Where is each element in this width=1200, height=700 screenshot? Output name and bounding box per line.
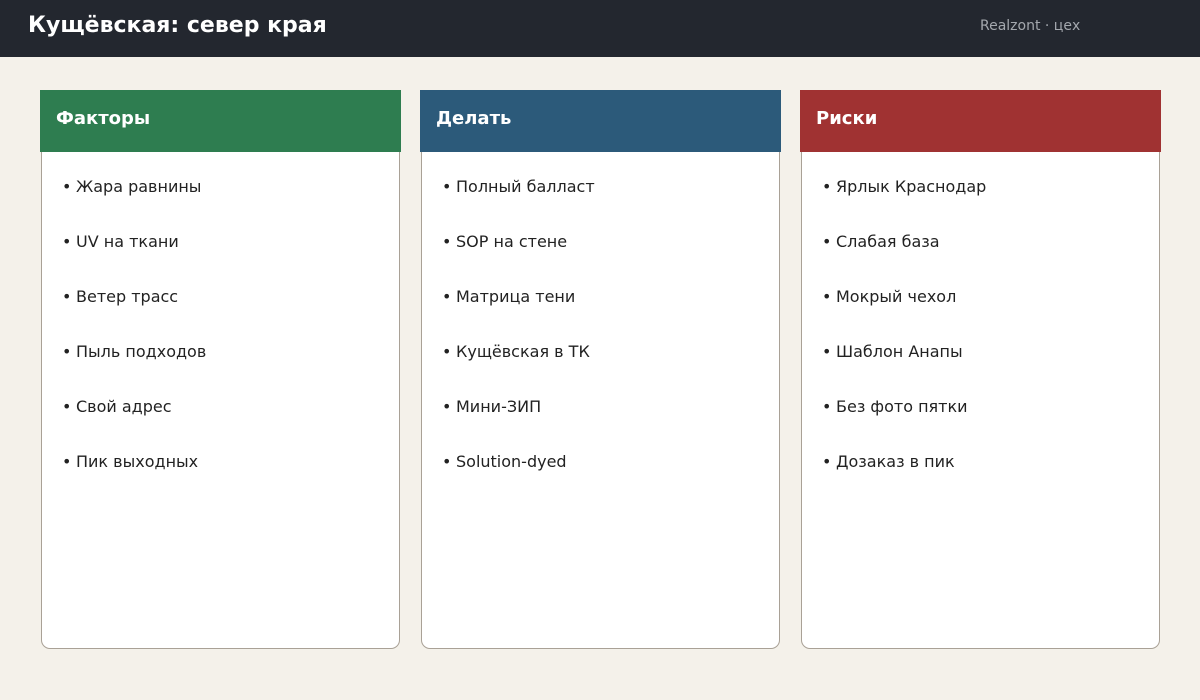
list-item-label: Мини-ЗИП [456,397,542,416]
list-item-label: SOP на стене [456,232,568,251]
list-item-label: Ветер трасс [76,287,179,306]
list-item-label: Кущёвская в ТК [456,342,590,361]
item-list: • Полный балласт • SOP на стене • Матрица т… [442,177,595,507]
list-item: • Ярлык Краснодар [822,177,987,196]
column-title: Риски [816,108,878,129]
list-item: • Мини-ЗИП [442,397,542,416]
column-factors: Факторы • Жара равнины • UV на ткани • Вете… [40,90,401,649]
list-item-label: Матрица тени [456,287,576,306]
list-item-label: Слабая база [836,232,940,251]
list-item-label: Жара равнины [76,177,202,196]
brand-label: Realzont · цех [980,18,1081,34]
list-item-label: Полный балласт [456,177,595,196]
list-item-label: Ярлык Краснодар [836,177,987,196]
list-item: • Свой адрес [62,397,172,416]
list-item: • SOP на стене [442,232,568,251]
list-item: • Мокрый чехол [822,287,957,306]
list-item-label: Свой адрес [76,397,172,416]
list-item: • Ветер трасс [62,287,179,306]
item-list: • Ярлык Краснодар • Слабая база • Мокрый че… [822,177,986,507]
list-item-label: Solution-dyed [456,452,567,471]
column-header: Риски [800,90,1161,152]
top-bar: Кущёвская: север края Realzont · цех [0,0,1200,57]
list-item: • Кущёвская в ТК [442,342,590,361]
list-item: • Без фото пятки [822,397,968,416]
list-item: • Пик выходных [62,452,199,471]
list-item: • Дозаказ в пик [822,452,955,471]
list-item-label: Дозаказ в пик [836,452,955,471]
column-header: Факторы [40,90,401,152]
list-item-label: UV на ткани [76,232,179,251]
column-title: Факторы [56,108,151,129]
column-header: Делать [420,90,781,152]
page-title: Кущёвская: север края [28,13,327,38]
column-todo: Делать • Полный балласт • SOP на стене • Ма… [420,90,781,649]
column-title: Делать [436,108,512,129]
list-item-label: Мокрый чехол [836,287,957,306]
list-item-label: Пик выходных [76,452,199,471]
list-item: • UV на ткани [62,232,179,251]
list-item: • Матрица тени [442,287,576,306]
list-item: • Solution-dyed [442,452,567,471]
list-item: • Пыль подходов [62,342,207,361]
list-item: • Слабая база [822,232,940,251]
list-item: • Жара равнины [62,177,202,196]
list-item-label: Шаблон Анапы [836,342,963,361]
list-item: • Полный балласт [442,177,595,196]
item-list: • Жара равнины • UV на ткани • Ветер трасс … [62,177,206,507]
list-item-label: Пыль подходов [76,342,207,361]
list-item: • Шаблон Анапы [822,342,963,361]
column-risks: Риски • Ярлык Краснодар • Слабая база • Мок… [800,90,1161,649]
list-item-label: Без фото пятки [836,397,968,416]
